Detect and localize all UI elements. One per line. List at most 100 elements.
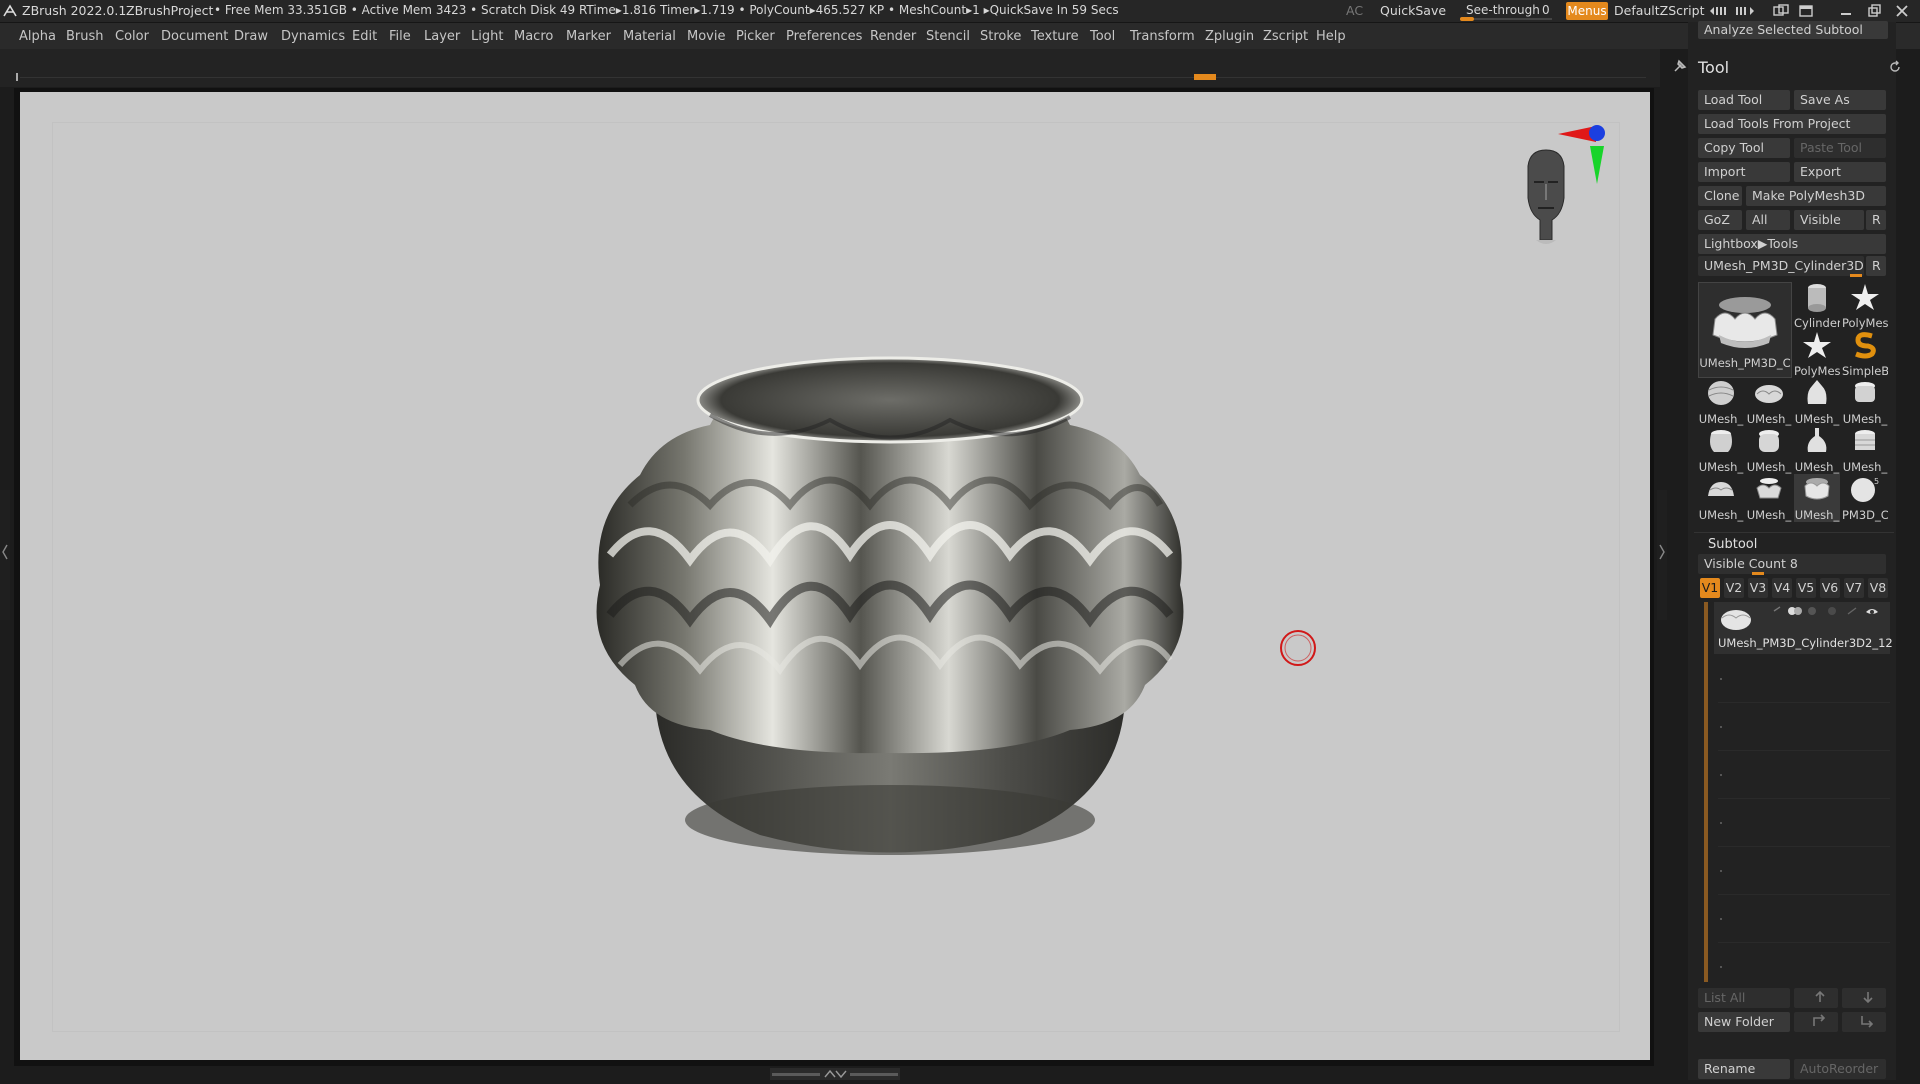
tool-polymesh-2[interactable]: PolyMes bbox=[1794, 330, 1840, 378]
make-polymesh3d-button[interactable]: Make PolyMesh3D bbox=[1746, 186, 1886, 206]
default-zscript-button[interactable]: DefaultZScript bbox=[1614, 3, 1705, 18]
current-tool-slider[interactable]: UMesh_PM3D_Cylinder3D2_1 bbox=[1698, 256, 1864, 276]
menu-movie[interactable]: Movie bbox=[687, 29, 725, 44]
layout-next-icon[interactable] bbox=[1734, 4, 1756, 18]
subtool-slot-empty[interactable] bbox=[1718, 656, 1890, 703]
tool-umesh-11[interactable]: UMesh_ bbox=[1794, 474, 1840, 522]
rename-button[interactable]: Rename bbox=[1698, 1059, 1790, 1079]
restore-icon[interactable] bbox=[1866, 3, 1882, 19]
tool-umesh-8[interactable]: UMesh_ bbox=[1842, 426, 1888, 474]
active-tool-thumbnail[interactable]: UMesh_PM3D_C bbox=[1698, 282, 1792, 378]
menu-draw[interactable]: Draw bbox=[234, 29, 268, 44]
axis-gizmo-icon[interactable] bbox=[1556, 120, 1606, 186]
ac-toggle[interactable]: AC bbox=[1346, 3, 1363, 18]
menu-light[interactable]: Light bbox=[471, 29, 503, 44]
palette-refresh-icon[interactable] bbox=[1888, 60, 1902, 74]
subtool-item-active[interactable]: UMesh_PM3D_Cylinder3D2_12 bbox=[1714, 602, 1893, 654]
menu-edit[interactable]: Edit bbox=[352, 29, 377, 44]
left-tray-handle[interactable] bbox=[0, 490, 10, 620]
subtool-toggle-icons[interactable] bbox=[1768, 604, 1888, 618]
quicksave-button[interactable]: QuickSave bbox=[1380, 3, 1446, 18]
tool-umesh-1[interactable]: UMesh_ bbox=[1698, 378, 1744, 426]
goz-button[interactable]: GoZ bbox=[1698, 210, 1742, 230]
tool-umesh-5[interactable]: UMesh_ bbox=[1698, 426, 1744, 474]
close-icon[interactable] bbox=[1894, 3, 1910, 19]
tool-palette-title[interactable]: Tool bbox=[1698, 58, 1729, 77]
layout-prev-icon[interactable] bbox=[1708, 4, 1730, 18]
subtool-list-scrollbar[interactable] bbox=[1704, 602, 1708, 982]
folder-out-button[interactable] bbox=[1842, 1012, 1886, 1032]
menu-zplugin[interactable]: Zplugin bbox=[1205, 29, 1254, 44]
list-all-button[interactable]: List All bbox=[1698, 988, 1790, 1008]
subtool-slot-empty[interactable] bbox=[1718, 848, 1890, 895]
goz-visible-button[interactable]: Visible bbox=[1794, 210, 1864, 230]
goz-r-button[interactable]: R bbox=[1866, 210, 1886, 230]
menu-document[interactable]: Document bbox=[161, 29, 228, 44]
tool-umesh-3[interactable]: UMesh_ bbox=[1794, 378, 1840, 426]
visible-count-slider[interactable]: Visible Count 8 bbox=[1698, 554, 1886, 574]
tool-umesh-7[interactable]: UMesh_ bbox=[1794, 426, 1840, 474]
clone-button[interactable]: Clone bbox=[1698, 186, 1742, 206]
version-v8[interactable]: V8 bbox=[1868, 578, 1888, 598]
new-folder-button[interactable]: New Folder bbox=[1698, 1012, 1790, 1032]
copy-tool-button[interactable]: Copy Tool bbox=[1698, 138, 1790, 158]
lightbox-tools-button[interactable]: Lightbox▶Tools bbox=[1698, 234, 1886, 254]
tool-umesh-2[interactable]: UMesh_ bbox=[1746, 378, 1792, 426]
tool-umesh-4[interactable]: UMesh_ bbox=[1842, 378, 1888, 426]
tool-palette-pin-icon[interactable] bbox=[1672, 58, 1688, 74]
subtool-slot-empty[interactable] bbox=[1718, 704, 1890, 751]
paste-tool-button[interactable]: Paste Tool bbox=[1794, 138, 1886, 158]
minimize-icon[interactable] bbox=[1838, 3, 1854, 19]
import-button[interactable]: Import bbox=[1698, 162, 1790, 182]
menu-preferences[interactable]: Preferences bbox=[786, 29, 862, 44]
version-v7[interactable]: V7 bbox=[1844, 578, 1864, 598]
menu-alpha[interactable]: Alpha bbox=[19, 29, 56, 44]
sculpt-model[interactable] bbox=[570, 355, 1210, 865]
folder-in-button[interactable] bbox=[1794, 1012, 1838, 1032]
tool-simplebrush[interactable]: SimpleB bbox=[1842, 330, 1888, 378]
tool-cylinder[interactable]: Cylinder bbox=[1794, 282, 1840, 330]
menu-picker[interactable]: Picker bbox=[736, 29, 775, 44]
export-button[interactable]: Export bbox=[1794, 162, 1886, 182]
menu-tool[interactable]: Tool bbox=[1090, 29, 1115, 44]
analyze-selected-subtool-button[interactable]: Analyze Selected Subtool bbox=[1698, 21, 1888, 39]
version-v6[interactable]: V6 bbox=[1820, 578, 1840, 598]
menu-texture[interactable]: Texture bbox=[1031, 29, 1079, 44]
menu-stroke[interactable]: Stroke bbox=[980, 29, 1021, 44]
menu-macro[interactable]: Macro bbox=[514, 29, 553, 44]
tool-umesh-9[interactable]: UMesh_ bbox=[1698, 474, 1744, 522]
menu-render[interactable]: Render bbox=[870, 29, 916, 44]
subtool-slot-empty[interactable] bbox=[1718, 800, 1890, 847]
menu-color[interactable]: Color bbox=[115, 29, 149, 44]
menu-material[interactable]: Material bbox=[623, 29, 676, 44]
menu-help[interactable]: Help bbox=[1316, 29, 1346, 44]
right-tray-handle[interactable] bbox=[1657, 490, 1667, 620]
load-tool-button[interactable]: Load Tool bbox=[1698, 90, 1790, 110]
menu-dynamics[interactable]: Dynamics bbox=[281, 29, 345, 44]
tool-polymesh-1[interactable]: PolyMes bbox=[1842, 282, 1888, 330]
move-up-button[interactable] bbox=[1794, 988, 1838, 1008]
tool-pm3d[interactable]: 5 PM3D_C bbox=[1842, 474, 1888, 522]
menu-layer[interactable]: Layer bbox=[424, 29, 460, 44]
load-tools-from-project-button[interactable]: Load Tools From Project bbox=[1698, 114, 1886, 134]
move-down-button[interactable] bbox=[1842, 988, 1886, 1008]
version-v5[interactable]: V5 bbox=[1796, 578, 1816, 598]
subtool-slot-empty[interactable] bbox=[1718, 752, 1890, 799]
tool-umesh-10[interactable]: UMesh_ bbox=[1746, 474, 1792, 522]
window-layout-icon[interactable] bbox=[1772, 3, 1790, 19]
version-v4[interactable]: V4 bbox=[1772, 578, 1792, 598]
menus-toggle[interactable]: Menus bbox=[1566, 2, 1608, 20]
subtool-slot-empty[interactable] bbox=[1718, 896, 1890, 943]
ui-layout-icon[interactable] bbox=[1798, 3, 1816, 19]
menu-file[interactable]: File bbox=[389, 29, 411, 44]
menu-stencil[interactable]: Stencil bbox=[926, 29, 970, 44]
subtool-title[interactable]: Subtool bbox=[1708, 537, 1757, 552]
version-v2[interactable]: V2 bbox=[1724, 578, 1744, 598]
menu-transform[interactable]: Transform bbox=[1130, 29, 1195, 44]
zbrush-logo-icon[interactable] bbox=[2, 3, 18, 19]
shelf-orange-marker[interactable] bbox=[1194, 74, 1216, 80]
see-through-slider[interactable]: See-through 0 bbox=[1460, 2, 1552, 21]
menu-marker[interactable]: Marker bbox=[566, 29, 611, 44]
goz-all-button[interactable]: All bbox=[1746, 210, 1790, 230]
tool-umesh-6[interactable]: UMesh_ bbox=[1746, 426, 1792, 474]
